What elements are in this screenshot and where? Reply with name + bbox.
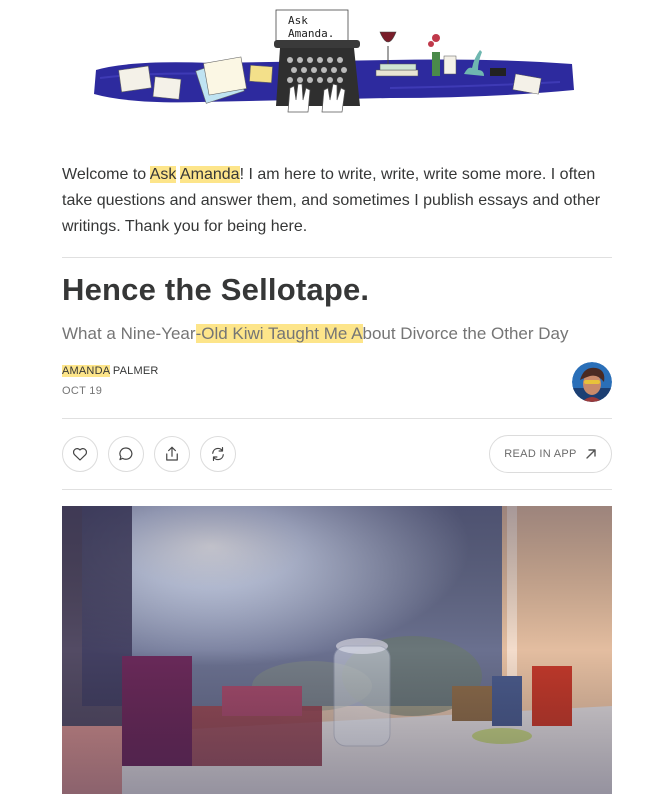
divider-meta xyxy=(62,418,612,419)
post-date: OCT 19 xyxy=(62,385,103,397)
kitchen-window-photo xyxy=(62,506,612,794)
subtitle-highlight: -Old Kiwi Taught Me A xyxy=(195,324,363,343)
intro-paragraph: Welcome to Ask Amanda! I am here to writ… xyxy=(62,162,612,240)
arrow-up-right-icon xyxy=(585,449,596,459)
intro-highlight-ask: Ask xyxy=(149,166,177,183)
header-banner: Ask Amanda. xyxy=(90,8,576,120)
post-title[interactable]: Hence the Sellotape. xyxy=(62,272,369,308)
post-hero-image[interactable] xyxy=(62,506,612,794)
subtitle-pre: What a Nine-Year xyxy=(62,324,196,343)
author-first-name: AMANDA xyxy=(62,365,110,377)
svg-text:Ask: Ask xyxy=(288,14,308,27)
share-icon xyxy=(166,446,178,461)
divider-actions xyxy=(62,489,612,490)
read-in-app-button[interactable]: READ IN APP xyxy=(489,435,612,473)
restack-button[interactable] xyxy=(200,436,236,472)
restack-icon xyxy=(212,447,224,461)
intro-prefix: Welcome to xyxy=(62,166,150,183)
author-byline[interactable]: AMANDA PALMER xyxy=(62,365,159,377)
subtitle-post: bout Divorce the Other Day xyxy=(362,324,569,343)
post-subtitle: What a Nine-Year-Old Kiwi Taught Me Abou… xyxy=(62,322,568,346)
heart-icon xyxy=(72,448,88,461)
comment-button[interactable] xyxy=(108,436,144,472)
svg-text:Amanda.: Amanda. xyxy=(288,27,334,40)
divider-top xyxy=(62,257,612,258)
author-last-name: PALMER xyxy=(109,365,159,377)
share-button[interactable] xyxy=(154,436,190,472)
read-in-app-label: READ IN APP xyxy=(504,448,577,460)
intro-highlight-amanda: Amanda xyxy=(179,166,240,183)
comment-icon xyxy=(119,447,133,461)
like-button[interactable] xyxy=(62,436,98,472)
avatar[interactable] xyxy=(572,362,612,402)
ask-amanda-logo: Ask Amanda. xyxy=(94,9,574,113)
avatar-image xyxy=(572,362,612,402)
